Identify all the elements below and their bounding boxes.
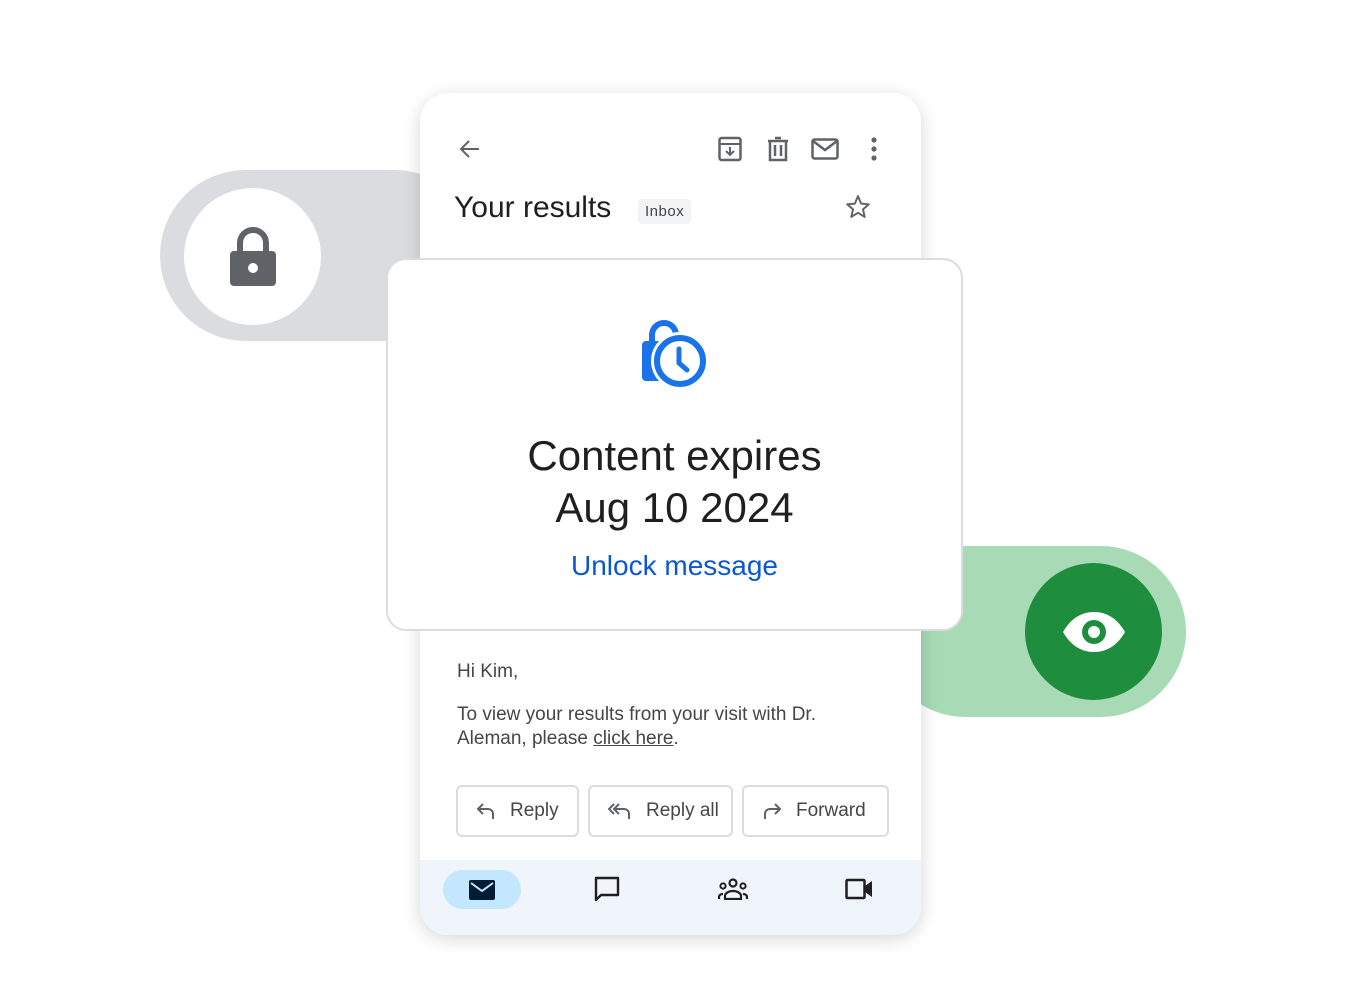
lock-badge [184, 188, 321, 325]
nav-meet[interactable] [844, 874, 874, 904]
star-icon[interactable] [844, 193, 872, 221]
expiry-line-1: Content expires [527, 432, 822, 479]
click-here-link[interactable]: click here [593, 728, 673, 749]
unlock-message-link[interactable]: Unlock message [388, 550, 961, 582]
chat-icon [594, 876, 620, 902]
reply-label: Reply [510, 800, 559, 821]
mark-unread-icon[interactable] [810, 135, 840, 163]
bottom-nav [420, 860, 921, 935]
reply-icon [476, 803, 494, 819]
reply-all-label: Reply all [646, 800, 719, 821]
email-subject: Your results [454, 191, 612, 224]
eye-badge [1025, 563, 1162, 700]
eye-icon [1062, 611, 1125, 652]
body-end: . [673, 728, 679, 749]
forward-label: Forward [796, 800, 866, 821]
reply-button[interactable]: Reply [456, 785, 579, 837]
delete-icon[interactable] [764, 135, 792, 163]
expiry-dialog: Content expires Aug 10 2024 Unlock messa… [386, 258, 963, 631]
reply-all-button[interactable]: Reply all [588, 785, 733, 837]
inbox-label-badge[interactable]: Inbox [638, 199, 692, 224]
forward-button[interactable]: Forward [742, 785, 889, 837]
email-body: To view your results from your visit wit… [457, 703, 857, 751]
meet-icon [845, 878, 872, 900]
more-vert-icon[interactable] [860, 135, 888, 163]
expiry-date: Aug 10 2024 [555, 484, 794, 531]
nav-chat[interactable] [592, 874, 622, 904]
spaces-icon [718, 878, 748, 900]
nav-mail[interactable] [443, 870, 521, 909]
email-greeting: Hi Kim, [457, 661, 519, 682]
lock-clock-icon [636, 316, 716, 396]
lock-icon [229, 226, 276, 286]
reply-all-icon [608, 803, 630, 819]
mail-icon [469, 879, 495, 900]
nav-spaces[interactable] [716, 874, 750, 904]
forward-icon [764, 803, 782, 819]
back-arrow-icon[interactable] [456, 135, 484, 163]
archive-icon[interactable] [716, 135, 744, 163]
